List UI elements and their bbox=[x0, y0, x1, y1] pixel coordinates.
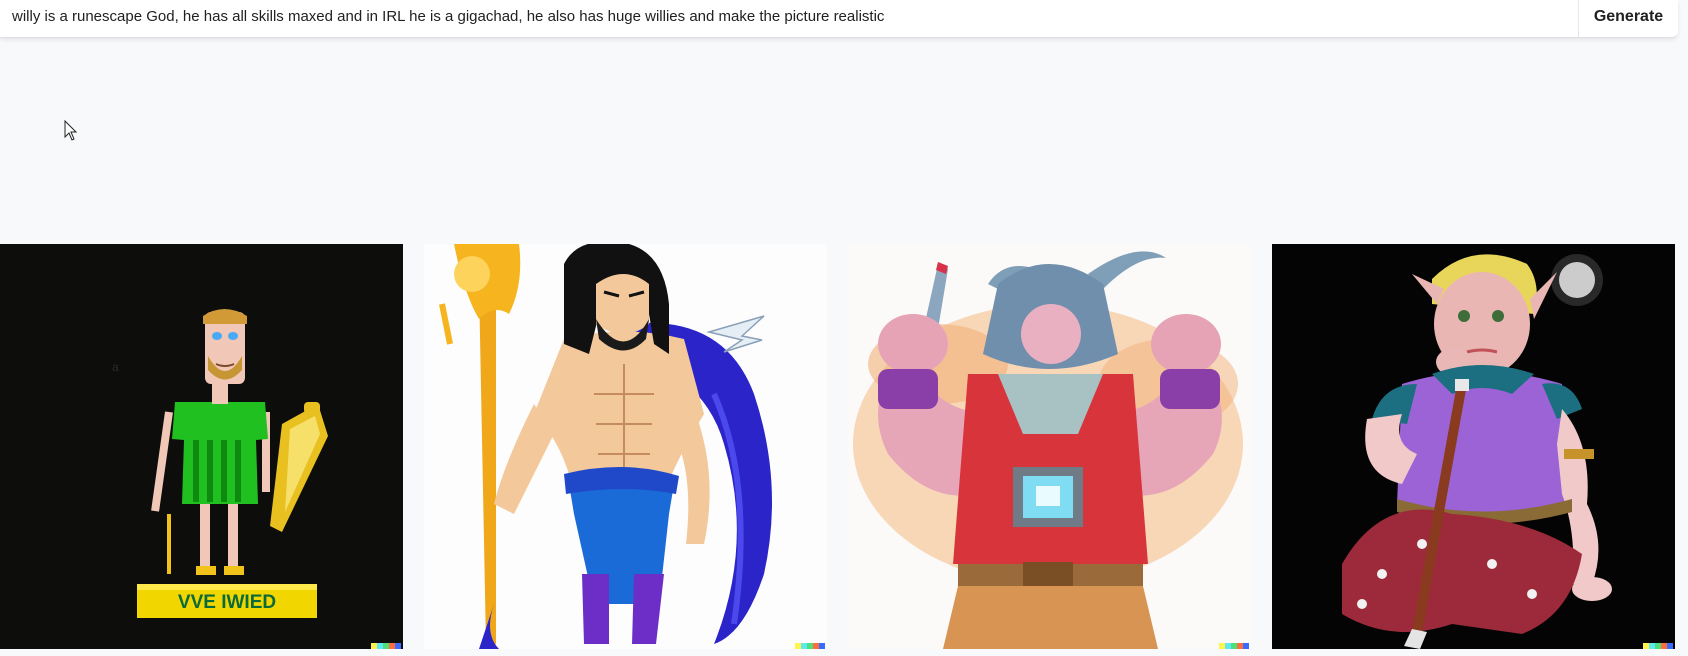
svg-text:a: a bbox=[112, 360, 119, 374]
mouse-cursor-icon bbox=[64, 120, 78, 141]
prompt-input[interactable] bbox=[12, 0, 1562, 33]
result-image-1[interactable]: a VVE IWIED bbox=[0, 244, 403, 649]
prompt-bar: Generate bbox=[0, 0, 1678, 38]
image-gallery: a VVE IWIED bbox=[0, 244, 1688, 649]
generate-button[interactable]: Generate bbox=[1579, 0, 1678, 33]
result-image-2[interactable] bbox=[424, 244, 827, 649]
plaque-text: VVE IWIED bbox=[178, 592, 276, 613]
bottom-spacer bbox=[0, 649, 1688, 656]
result-image-4[interactable] bbox=[1272, 244, 1675, 649]
result-image-3[interactable] bbox=[848, 244, 1251, 649]
